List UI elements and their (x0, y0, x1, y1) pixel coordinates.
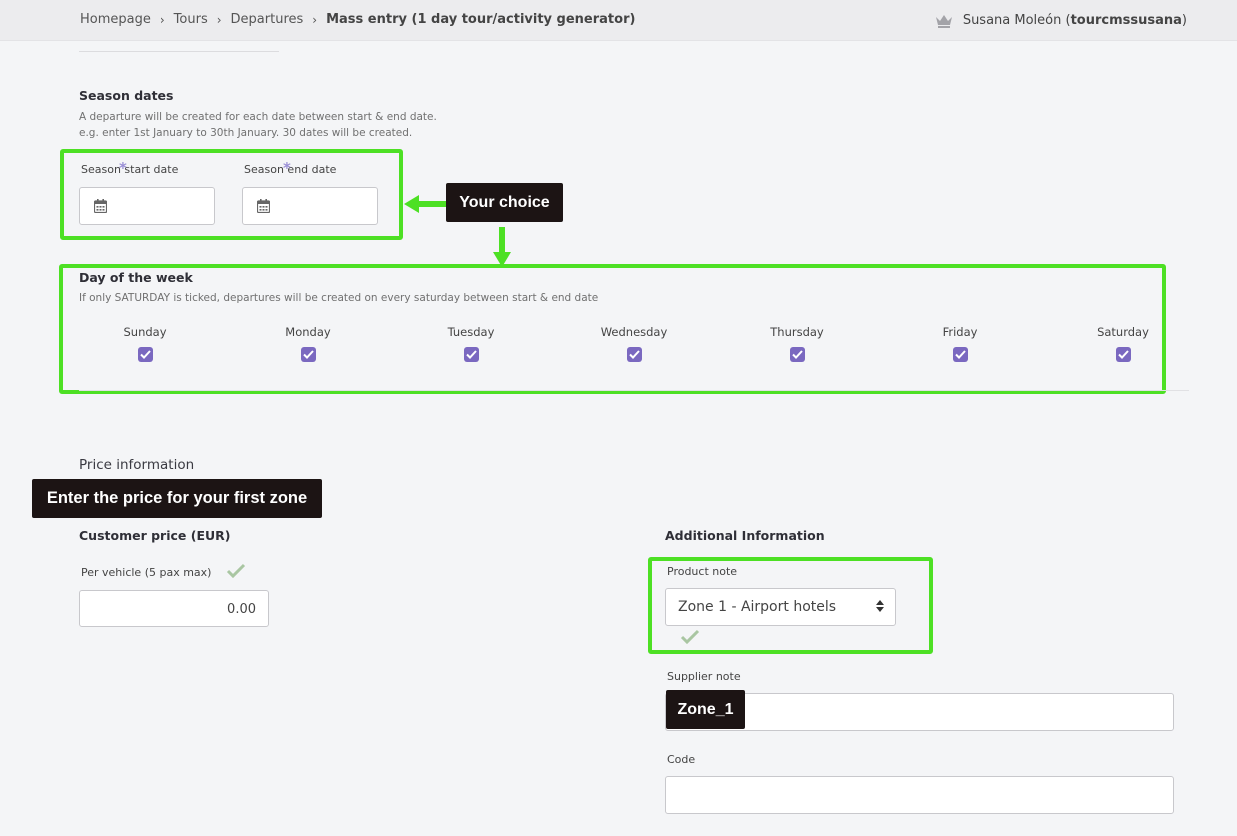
day-item: Tuesday (421, 325, 521, 366)
day-checkbox[interactable] (137, 347, 153, 362)
user-username: tourcmssusana (1070, 13, 1182, 28)
day-label: Tuesday (447, 325, 495, 339)
arrow-down-icon (493, 227, 511, 267)
day-item: Friday (910, 325, 1010, 366)
day-label: Thursday (770, 325, 824, 339)
per-vehicle-price-value: 0.00 (227, 602, 256, 617)
per-vehicle-label: Per vehicle (5 pax max) (81, 566, 212, 579)
user-menu[interactable]: Susana Moleón (tourcmssusana) (935, 13, 1187, 28)
day-checkbox[interactable] (789, 347, 805, 362)
day-of-week-title: Day of the week (79, 270, 193, 285)
breadcrumb-departures[interactable]: Departures (231, 12, 304, 27)
tooltip-your-choice: Your choice (446, 183, 563, 222)
season-desc-2: e.g. enter 1st January to 30th January. … (79, 127, 413, 139)
checkmark-icon (302, 350, 314, 359)
additional-information-title: Additional Information (665, 528, 825, 543)
day-checkbox[interactable] (1115, 347, 1131, 362)
season-dates-title: Season dates (79, 88, 174, 103)
checkmark-icon (791, 350, 803, 359)
check-icon (226, 563, 246, 578)
day-checkbox[interactable] (300, 347, 316, 362)
day-label: Wednesday (600, 325, 668, 339)
product-note-select[interactable]: Zone 1 - Airport hotels (665, 588, 896, 626)
supplier-note-label: Supplier note (667, 670, 741, 683)
day-checkbox[interactable] (626, 347, 642, 362)
breadcrumb-homepage[interactable]: Homepage (80, 12, 151, 27)
day-checkbox[interactable] (463, 347, 479, 362)
chevron-right-icon: › (312, 12, 318, 27)
day-label: Monday (285, 325, 331, 339)
highlight-season-dates (60, 149, 403, 240)
day-item: Sunday (95, 325, 195, 366)
code-input[interactable] (665, 776, 1174, 814)
tooltip-zone-tag: Zone_1 (666, 690, 745, 729)
crown-icon (935, 14, 952, 28)
product-note-value: Zone 1 - Airport hotels (678, 599, 837, 615)
day-item: Saturday (1073, 325, 1173, 366)
day-label: Friday (942, 325, 978, 339)
chevron-right-icon: › (216, 12, 222, 27)
day-of-week-desc: If only SATURDAY is ticked, departures w… (79, 292, 599, 304)
day-checkbox[interactable] (952, 347, 968, 362)
breadcrumb-tours[interactable]: Tours (174, 12, 208, 27)
checkmark-icon (465, 350, 477, 359)
checkmark-icon (954, 350, 966, 359)
price-information-title: Price information (79, 457, 195, 473)
day-label: Sunday (123, 325, 167, 339)
checkmark-icon (628, 350, 640, 359)
code-label: Code (667, 753, 696, 766)
check-icon (680, 629, 700, 644)
checkmark-icon (1117, 350, 1129, 359)
customer-price-title: Customer price (EUR) (79, 528, 231, 543)
season-desc-1: A departure will be created for each dat… (79, 111, 437, 123)
top-bar: Homepage › Tours › Departures › Mass ent… (0, 0, 1237, 41)
per-vehicle-price-input[interactable]: 0.00 (79, 590, 269, 627)
chevron-right-icon: › (159, 12, 165, 27)
day-item: Wednesday (584, 325, 684, 366)
sort-arrows-icon (876, 600, 884, 612)
divider (79, 390, 1189, 391)
day-label: Saturday (1097, 325, 1149, 339)
tooltip-first-zone: Enter the price for your first zone (32, 479, 322, 518)
checkmark-icon (139, 350, 151, 359)
divider (79, 51, 279, 52)
day-item: Monday (258, 325, 358, 366)
product-note-label: Product note (667, 565, 738, 578)
breadcrumb-current: Mass entry (1 day tour/activity generato… (326, 12, 636, 27)
user-name: Susana Moleón (962, 13, 1062, 28)
day-item: Thursday (747, 325, 847, 366)
breadcrumb: Homepage › Tours › Departures › Mass ent… (80, 12, 635, 27)
arrow-left-icon (404, 195, 446, 213)
